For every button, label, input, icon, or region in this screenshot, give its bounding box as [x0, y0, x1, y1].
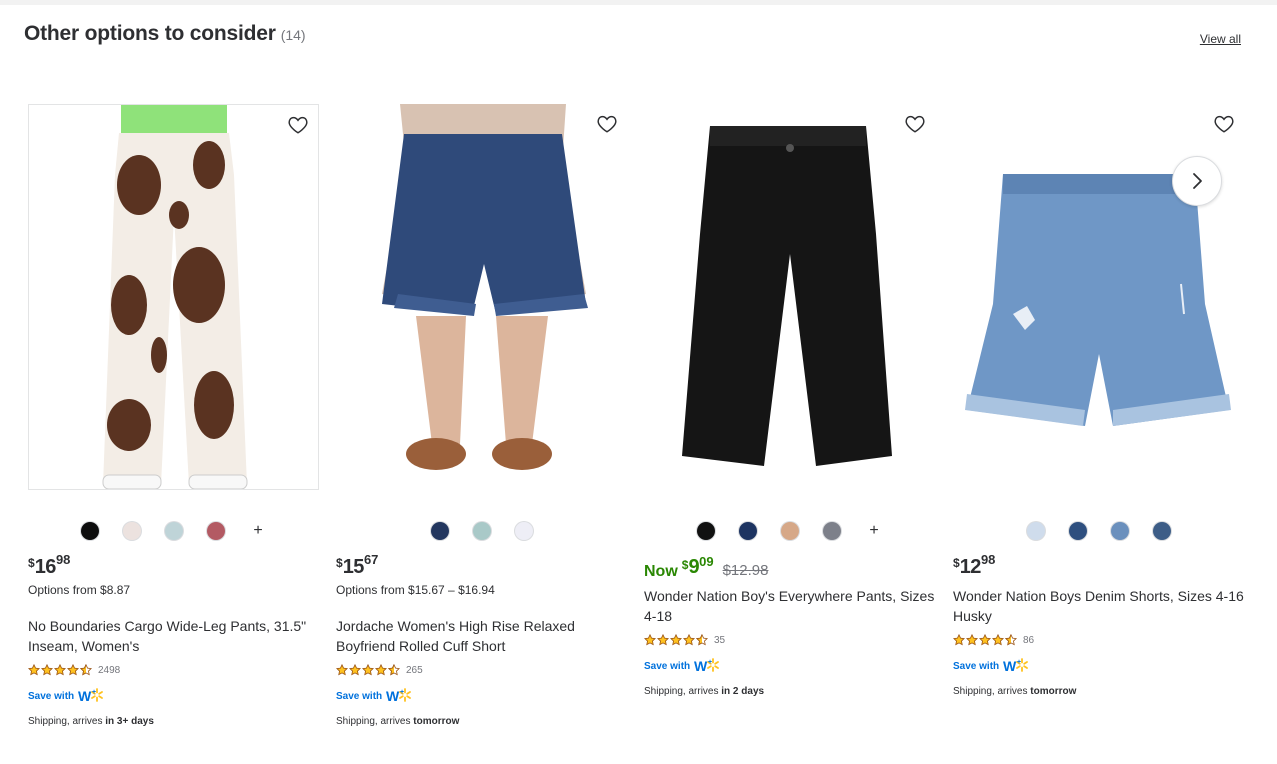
color-swatch[interactable]: [431, 522, 449, 540]
save-with-label: Save with: [336, 690, 383, 702]
price-cents: 67: [363, 552, 379, 567]
currency-symbol: $: [336, 556, 343, 570]
shipping-eta: tomorrow: [1030, 686, 1077, 697]
color-swatch[interactable]: [1153, 522, 1171, 540]
price-dollars: 12: [959, 556, 982, 578]
product-image[interactable]: [644, 104, 935, 490]
view-all-link[interactable]: View all: [1200, 32, 1241, 46]
section-header: Other options to consider (14): [24, 22, 306, 46]
shipping-prefix: Shipping, arrives: [953, 686, 1031, 697]
walmart-plus-icon: [694, 658, 720, 674]
product-card[interactable]: + Now $ 9 09 $12.98 Wonder Nation Boy's …: [644, 104, 936, 697]
current-price: Now $ 9 09 $12.98: [644, 554, 768, 581]
shipping-info: Shipping, arrives tomorrow: [953, 686, 1076, 697]
color-swatch[interactable]: [1069, 522, 1087, 540]
color-swatch[interactable]: [823, 522, 841, 540]
shipping-prefix: Shipping, arrives: [336, 716, 414, 727]
save-with-label: Save with: [644, 660, 691, 672]
shipping-prefix: Shipping, arrives: [28, 716, 106, 727]
color-swatches: +: [28, 522, 320, 540]
price-dollars: 9: [688, 556, 700, 578]
shipping-prefix: Shipping, arrives: [644, 686, 722, 697]
star-rating: 86: [953, 634, 1034, 646]
color-swatch[interactable]: [515, 522, 533, 540]
walmart-plus-icon: [78, 688, 104, 704]
color-swatch[interactable]: [81, 522, 99, 540]
shipping-eta: in 2 days: [721, 686, 765, 697]
currency-symbol: $: [681, 558, 689, 572]
walmart-plus-icon: [386, 688, 412, 704]
more-colors-button[interactable]: +: [865, 522, 883, 540]
price-dollars: 15: [342, 556, 365, 578]
shipping-eta: tomorrow: [413, 716, 460, 727]
favorite-heart-icon[interactable]: [591, 108, 623, 140]
color-swatch[interactable]: [165, 522, 183, 540]
color-swatch[interactable]: [781, 522, 799, 540]
stars-icon: [953, 634, 1017, 646]
options-price-range: Options from $8.87: [28, 583, 131, 597]
star-rating: 35: [644, 634, 725, 646]
carousel-next-button[interactable]: [1172, 156, 1222, 206]
color-swatches: [336, 522, 628, 540]
favorite-heart-icon[interactable]: [1208, 108, 1240, 140]
section-title: Other options to consider: [24, 22, 276, 45]
save-with-label: Save with: [953, 660, 1000, 672]
color-swatch[interactable]: [697, 522, 715, 540]
stars-icon: [28, 664, 92, 676]
product-title[interactable]: Wonder Nation Boys Denim Shorts, Sizes 4…: [953, 586, 1245, 626]
product-title[interactable]: Wonder Nation Boy's Everywhere Pants, Si…: [644, 586, 936, 626]
shipping-eta: in 3+ days: [105, 716, 154, 727]
walmart-plus-icon: [1003, 658, 1029, 674]
color-swatch[interactable]: [473, 522, 491, 540]
color-swatches: +: [644, 522, 936, 540]
review-count: 35: [714, 634, 726, 646]
review-count: 265: [406, 664, 423, 676]
price-cents: 98: [980, 552, 996, 567]
chevron-right-icon: [1193, 173, 1202, 189]
save-with-walmart-plus: Save with: [644, 658, 720, 674]
save-with-walmart-plus: Save with: [336, 688, 412, 704]
price-cents: 09: [699, 554, 714, 569]
color-swatch[interactable]: [123, 522, 141, 540]
current-price: $ 16 98: [28, 552, 70, 579]
options-price-range: Options from $15.67 – $16.94: [336, 583, 495, 597]
stars-icon: [644, 634, 708, 646]
price-dollars: 16: [34, 556, 57, 578]
save-with-walmart-plus: Save with: [28, 688, 104, 704]
stars-icon: [336, 664, 400, 676]
color-swatch[interactable]: [1027, 522, 1045, 540]
color-swatches: [953, 522, 1245, 540]
product-title[interactable]: No Boundaries Cargo Wide-Leg Pants, 31.5…: [28, 616, 320, 656]
review-count: 2498: [98, 664, 121, 676]
color-swatch[interactable]: [207, 522, 225, 540]
product-image[interactable]: [28, 104, 319, 490]
shipping-info: Shipping, arrives tomorrow: [336, 716, 459, 727]
star-rating: 2498: [28, 664, 120, 676]
product-card[interactable]: + $ 16 98 Options from $8.87 No Boundari…: [28, 104, 320, 727]
was-price: $12.98: [722, 562, 769, 579]
current-price: $ 12 98: [953, 552, 995, 579]
shipping-info: Shipping, arrives in 2 days: [644, 686, 764, 697]
color-swatch[interactable]: [1111, 522, 1129, 540]
current-price: $ 15 67: [336, 552, 378, 579]
currency-symbol: $: [953, 556, 960, 570]
save-with-label: Save with: [28, 690, 75, 702]
now-label: Now: [644, 563, 678, 580]
product-title[interactable]: Jordache Women's High Rise Relaxed Boyfr…: [336, 616, 628, 656]
top-divider: [0, 0, 1277, 5]
color-swatch[interactable]: [739, 522, 757, 540]
favorite-heart-icon[interactable]: [899, 108, 931, 140]
result-count: (14): [280, 27, 306, 43]
shipping-info: Shipping, arrives in 3+ days: [28, 716, 154, 727]
currency-symbol: $: [28, 556, 35, 570]
more-colors-button[interactable]: +: [249, 522, 267, 540]
save-with-walmart-plus: Save with: [953, 658, 1029, 674]
star-rating: 265: [336, 664, 423, 676]
product-image[interactable]: [336, 104, 627, 490]
review-count: 86: [1023, 634, 1035, 646]
favorite-heart-icon[interactable]: [282, 109, 314, 141]
product-card[interactable]: $ 15 67 Options from $15.67 – $16.94 Jor…: [336, 104, 628, 727]
price-cents: 98: [55, 552, 71, 567]
